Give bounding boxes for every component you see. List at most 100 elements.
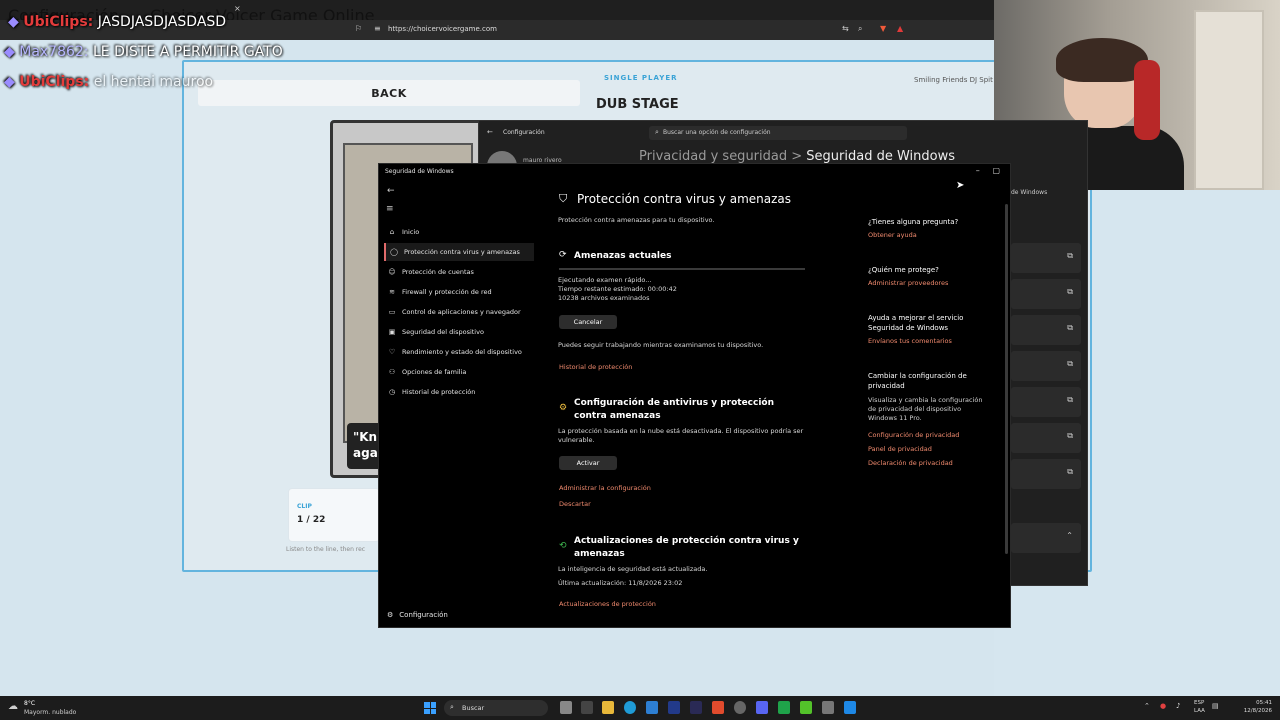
weather-temperature[interactable]: 8°C: [24, 700, 35, 707]
security-shield-icon[interactable]: [844, 701, 856, 714]
taskbar-search[interactable]: ⌕ Buscar: [444, 700, 548, 716]
back-button[interactable]: BACK: [198, 80, 580, 106]
brave-shield-icon[interactable]: ▼: [880, 24, 886, 33]
clock-date[interactable]: 12/8/2026: [1228, 708, 1272, 714]
activate-button[interactable]: Activar: [559, 456, 617, 470]
chevron-up-icon[interactable]: ⌃: [1144, 702, 1150, 710]
breadcrumb-current: Seguridad de Windows: [806, 149, 956, 164]
cloud-icon: ☁: [8, 701, 18, 712]
settings-row[interactable]: ⧉: [1011, 459, 1081, 489]
url-field[interactable]: https://choicervoicergame.com: [388, 25, 497, 33]
scan-progress-bar: [559, 268, 805, 270]
feedback-link[interactable]: Envíanos tus comentarios: [868, 337, 952, 345]
privacy-dashboard-link[interactable]: Panel de privacidad: [868, 445, 932, 453]
weather-description[interactable]: Mayorm. nublado: [24, 709, 76, 716]
history-link[interactable]: Historial de protección: [559, 363, 632, 371]
fe-app-icon[interactable]: [668, 701, 680, 714]
nav-item-family[interactable]: ⚇ Opciones de familia: [384, 363, 534, 381]
nav-item-app-control[interactable]: ▭ Control de aplicaciones y navegador: [384, 303, 534, 321]
bookmark-icon[interactable]: ⚐: [355, 24, 362, 33]
scan-time: Tiempo restante estimado: 00:00:42: [558, 285, 677, 293]
chat-text: LE DISTE A PERMITIR GATO: [92, 44, 283, 60]
updates-link[interactable]: Actualizaciones de protección: [559, 600, 656, 608]
nav-item-inicio[interactable]: ⌂ Inicio: [384, 223, 534, 241]
nav-item-history[interactable]: ◷ Historial de protección: [384, 383, 534, 401]
sheets-icon[interactable]: [778, 701, 790, 714]
nav-item-settings[interactable]: ⚙ Configuración: [387, 611, 448, 619]
rewards-icon[interactable]: ▲: [897, 24, 903, 33]
brave-icon[interactable]: [712, 701, 724, 714]
cancel-button[interactable]: Cancelar: [559, 315, 617, 329]
terminal-icon[interactable]: [581, 701, 593, 714]
language-indicator[interactable]: ESP: [1194, 700, 1204, 706]
stage-title: DUB STAGE: [596, 97, 679, 112]
mm-app-icon[interactable]: [690, 701, 702, 714]
external-link-icon: ⧉: [1067, 431, 1073, 440]
badge-icon: ◆: [8, 14, 19, 30]
taskbar: ☁ 8°C Mayorm. nublado ⌕ Buscar ⌃ ● ♪ ESP …: [0, 696, 1280, 720]
nav-item-device-security[interactable]: ▣ Seguridad del dispositivo: [384, 323, 534, 341]
breadcrumb-parent[interactable]: Privacidad y seguridad: [639, 149, 787, 164]
nav-item-firewall[interactable]: ≋ Firewall y protección de red: [384, 283, 534, 301]
nav-item-performance[interactable]: ♡ Rendimiento y estado del dispositivo: [384, 343, 534, 361]
close-tab-icon[interactable]: ×: [234, 4, 241, 13]
site-settings-icon[interactable]: ≡: [374, 24, 381, 33]
settings-row[interactable]: ⧉: [1011, 351, 1081, 381]
breadcrumb: Privacidad y seguridad > Seguridad de Wi…: [639, 149, 955, 164]
side-heading: Cambiar la configuración de privacidad: [868, 372, 967, 390]
privacy-statement-link[interactable]: Declaración de privacidad: [868, 459, 953, 467]
keyboard-layout[interactable]: LAA: [1194, 708, 1205, 714]
minimize-icon[interactable]: –: [976, 166, 980, 175]
store-icon[interactable]: [646, 701, 658, 714]
windows-start-icon[interactable]: [424, 702, 436, 714]
obs-icon[interactable]: [734, 701, 746, 714]
gear-warning-icon: ⚙: [559, 403, 568, 413]
av-settings-desc: La protección basada en la nube está des…: [558, 427, 804, 444]
family-icon: ⚇: [388, 368, 396, 376]
page-title: Protección contra virus y amenazas: [577, 192, 792, 206]
external-link-icon: ⧉: [1067, 395, 1073, 404]
back-arrow-icon[interactable]: ←: [487, 128, 493, 136]
discord-icon[interactable]: [756, 701, 768, 714]
external-link-icon: ⧉: [1067, 251, 1073, 260]
zoom-icon[interactable]: ⌕: [858, 24, 862, 34]
heart-icon: ♡: [388, 348, 396, 356]
back-arrow-icon[interactable]: ←: [387, 186, 395, 196]
tray-app-icon[interactable]: ●: [1160, 702, 1166, 710]
settings-icon[interactable]: [822, 701, 834, 714]
nav-item-account-protection[interactable]: ☺ Protección de cuentas: [384, 263, 534, 281]
settings-row[interactable]: ⧉: [1011, 315, 1081, 345]
scan-icon: ⟳: [559, 250, 567, 260]
keep-working-text: Puedes seguir trabajando mientras examin…: [558, 341, 764, 349]
dismiss-link[interactable]: Descartar: [559, 500, 591, 508]
maximize-icon[interactable]: ▢: [992, 166, 1000, 175]
settings-row[interactable]: ⧉: [1011, 243, 1081, 273]
threats-title: Amenazas actuales: [574, 251, 672, 261]
get-help-link[interactable]: Obtener ayuda: [868, 231, 917, 239]
nav-item-virus-protection[interactable]: ◯ Protección contra virus y amenazas: [384, 243, 534, 261]
settings-title: Configuración: [503, 129, 545, 136]
chat-text: JASDJASDJASDASD: [97, 14, 227, 30]
settings-row[interactable]: ⧉: [1011, 387, 1081, 417]
task-view-icon[interactable]: [560, 701, 572, 714]
settings-row[interactable]: ⧉: [1011, 423, 1081, 453]
privacy-settings-link[interactable]: Configuración de privacidad: [868, 431, 959, 439]
manage-providers-link[interactable]: Administrar proveedores: [868, 279, 948, 287]
file-explorer-icon[interactable]: [602, 701, 614, 714]
settings-row[interactable]: ⧉: [1011, 279, 1081, 309]
manage-settings-link[interactable]: Administrar la configuración: [559, 484, 651, 492]
chat-text: el hentai mauroo: [93, 74, 214, 90]
microphone-tray-icon[interactable]: ♪: [1176, 702, 1180, 710]
translate-icon[interactable]: ⇆: [842, 24, 849, 33]
clock-time[interactable]: 05:41: [1228, 700, 1272, 706]
settings-search-input[interactable]: Buscar una opción de configuración: [649, 126, 907, 140]
green-app-icon[interactable]: [800, 701, 812, 714]
network-icon[interactable]: ▤: [1212, 702, 1219, 710]
windows-security-window: Seguridad de Windows – ▢ ← ≡ ⌂ Inicio ◯ Pr…: [378, 163, 1011, 628]
settings-row-expanded[interactable]: ⌃: [1011, 523, 1081, 553]
hamburger-menu-icon[interactable]: ≡: [386, 204, 394, 214]
edge-icon[interactable]: [624, 701, 636, 714]
side-heading: Ayuda a mejorar el servicio Seguridad de…: [868, 314, 964, 332]
scrollbar[interactable]: [1005, 204, 1008, 554]
settings-section-label: de Windows: [1011, 189, 1048, 196]
